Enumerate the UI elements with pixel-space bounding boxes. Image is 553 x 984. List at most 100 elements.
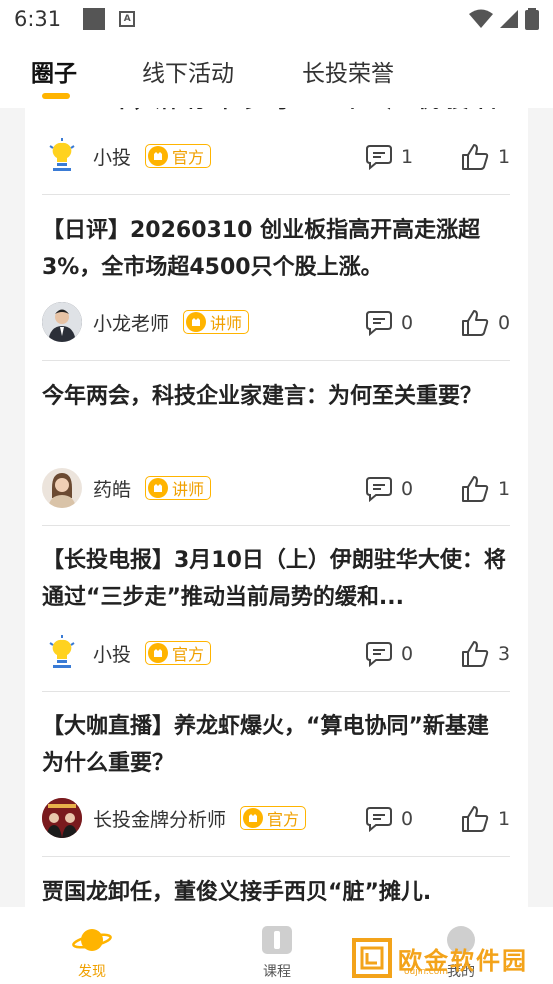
official-badge: 官方 (145, 144, 212, 168)
thumbs-up-icon (462, 144, 489, 170)
comment-button[interactable]: 0 (365, 641, 413, 667)
post-meta: 小龙老师 讲师 0 0 (42, 300, 510, 344)
bulb-avatar-icon (42, 136, 82, 176)
author-avatar[interactable] (42, 633, 82, 673)
watermark-logo-icon (352, 938, 392, 978)
comment-icon (366, 477, 392, 502)
post-meta: 长投金牌分析师 官方 0 1 (42, 796, 510, 840)
post-meta: 小投 官方 0 3 (42, 631, 510, 675)
post-meta: 药皓 讲师 0 1 (42, 466, 510, 510)
course-icon (262, 926, 292, 954)
bulb-avatar-icon (42, 633, 82, 673)
tab-offline-events[interactable]: 线下活动 (142, 54, 234, 88)
comment-count: 1 (401, 146, 414, 168)
divider (42, 856, 510, 857)
comment-count: 0 (401, 478, 414, 500)
post-title: 贾国龙卸任，董俊义接手西贝“脏”摊儿. (42, 880, 432, 905)
post-title: 【大咖直播】养龙虾爆火，“算电协同”新基建为什么重要？ (42, 714, 489, 776)
post-item[interactable]: 【日评】20260310 创业板指高开高走涨超3%，全市场超4500只个股上涨。… (42, 212, 510, 342)
like-count: 3 (498, 643, 511, 665)
post-title: 【日评】20260310 创业板指高开高走涨超3%，全市场超4500只个股上涨。 (42, 218, 481, 280)
badge-label: 官方 (172, 645, 205, 664)
thumbs-up-icon (462, 476, 489, 502)
group-avatar-icon (42, 798, 82, 838)
author-name[interactable]: 小龙老师 (93, 309, 169, 336)
planet-icon (72, 929, 112, 951)
app-notification-icon: A (119, 11, 136, 27)
comment-count: 0 (401, 312, 414, 334)
comment-button[interactable]: 0 (365, 476, 413, 502)
like-button[interactable]: 1 (460, 474, 510, 504)
comment-button[interactable]: 1 (365, 144, 413, 170)
watermark: 欧金软件园 oujin.com (352, 936, 548, 980)
author-name[interactable]: 小投 (93, 143, 131, 170)
status-time: 6:31 (14, 7, 62, 31)
author-name[interactable]: 药皓 (93, 475, 131, 502)
divider (42, 360, 510, 361)
badge-icon (186, 312, 207, 332)
post-meta: 小投 官方 1 1 (42, 134, 510, 178)
like-button[interactable]: 0 (460, 308, 510, 338)
like-count: 1 (498, 478, 511, 500)
post-title: 今年两会，科技企业家建言：为何至关重要？ (42, 384, 483, 409)
comment-button[interactable]: 0 (365, 310, 413, 336)
badge-label: 讲师 (172, 480, 205, 499)
top-tab-bar: 圈子 线下活动 长投荣誉 (0, 38, 553, 108)
comment-count: 0 (401, 808, 414, 830)
badge-icon (148, 146, 169, 166)
nav-discover[interactable]: 发现 (52, 925, 132, 981)
like-count: 1 (498, 146, 511, 168)
divider (42, 194, 510, 195)
badge-label: 讲师 (210, 314, 243, 333)
lecturer-badge: 讲师 (145, 476, 212, 500)
signal-icon (500, 10, 518, 28)
post-item[interactable]: 贾国龙卸任，董俊义接手西贝“脏”摊儿. (42, 874, 510, 907)
nav-label: 发现 (78, 964, 106, 980)
badge-label: 官方 (172, 148, 205, 167)
like-count: 1 (498, 808, 511, 830)
notification-icon (83, 8, 106, 30)
tab-honors[interactable]: 长投荣誉 (302, 54, 394, 88)
official-badge: 官方 (145, 641, 212, 665)
thumbs-up-icon (462, 641, 489, 667)
author-avatar[interactable] (42, 468, 82, 508)
author-name[interactable]: 长投金牌分析师 (93, 805, 226, 832)
author-avatar[interactable] (42, 136, 82, 176)
badge-label: 官方 (267, 810, 300, 829)
author-avatar[interactable] (42, 302, 82, 342)
post-item[interactable]: 【大咖直播】养龙虾爆火，“算电协同”新基建为什么重要？ 长投金牌分析师 官方 0… (42, 708, 510, 838)
divider (42, 525, 510, 526)
comment-count: 0 (401, 643, 414, 665)
status-bar: 6:31 A (0, 0, 553, 38)
comment-button[interactable]: 0 (365, 806, 413, 832)
post-title: 2036 十，沿 有 十 岁 了 36 个 · 应 机 投 日 · 析 ... (42, 108, 510, 119)
watermark-url: oujin.com (404, 967, 448, 977)
battery-icon (525, 8, 539, 30)
wifi-icon (469, 9, 493, 28)
thumbs-up-icon (462, 806, 489, 832)
comment-icon (366, 311, 392, 336)
badge-icon (148, 478, 169, 498)
lecturer-badge: 讲师 (183, 310, 250, 334)
like-count: 0 (498, 312, 511, 334)
post-item[interactable]: 【长投电报】3月10日（上）伊朗驻华大使：将通过“三步走”推动当前局势的缓和..… (42, 542, 510, 673)
badge-icon (243, 808, 264, 828)
comment-icon (366, 807, 392, 832)
nav-label: 课程 (263, 964, 291, 980)
author-name[interactable]: 小投 (93, 640, 131, 667)
tab-indicator (42, 93, 70, 99)
divider (42, 691, 510, 692)
like-button[interactable]: 3 (460, 639, 510, 669)
author-avatar[interactable] (42, 798, 82, 838)
thumbs-up-icon (462, 310, 489, 336)
post-feed[interactable]: 2036 十，沿 有 十 岁 了 36 个 · 应 机 投 日 · 析 ... … (25, 108, 528, 907)
comment-icon (366, 145, 392, 170)
comment-icon (366, 642, 392, 667)
woman-avatar-icon (42, 468, 82, 508)
tab-circle[interactable]: 圈子 (31, 54, 77, 88)
like-button[interactable]: 1 (460, 804, 510, 834)
official-badge: 官方 (240, 806, 307, 830)
like-button[interactable]: 1 (460, 142, 510, 172)
nav-course[interactable]: 课程 (237, 925, 317, 981)
post-item[interactable]: 今年两会，科技企业家建言：为何至关重要？ 药皓 讲师 0 1 (42, 378, 510, 508)
